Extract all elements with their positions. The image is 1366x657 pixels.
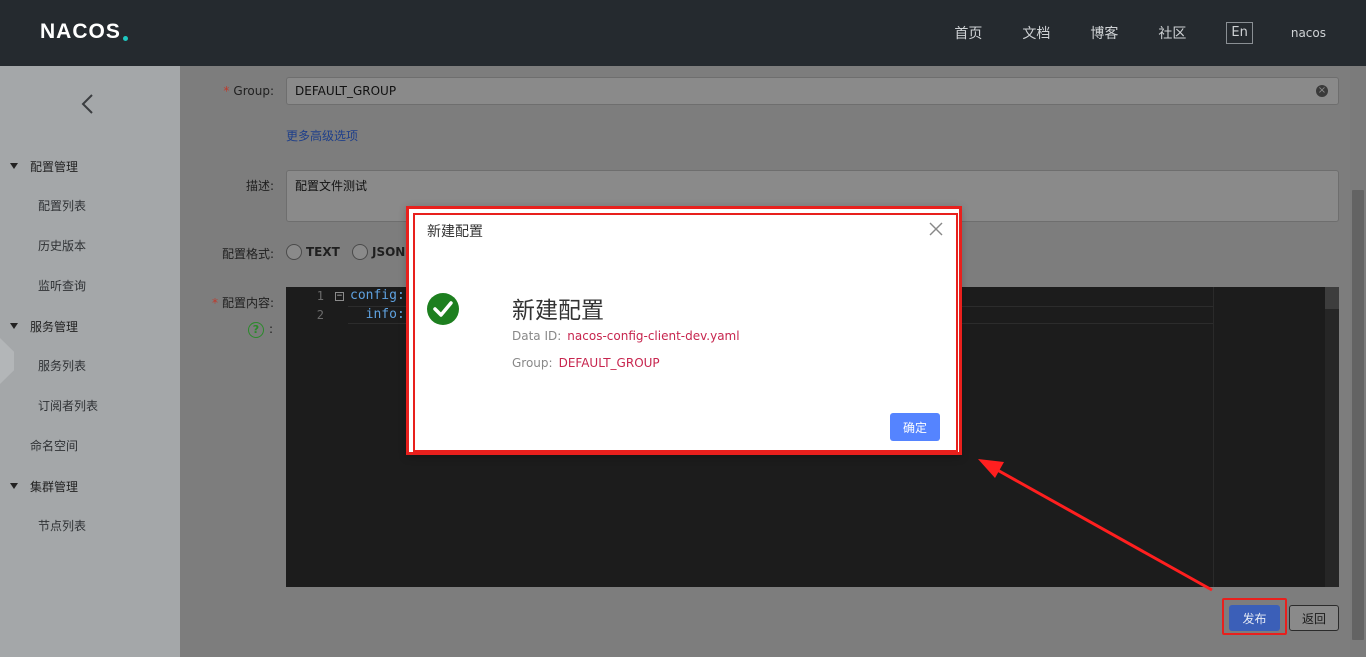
- code-line: config:: [350, 288, 405, 303]
- line-number: 1: [316, 289, 324, 303]
- advanced-options-link[interactable]: 更多高级选项: [286, 127, 358, 144]
- description-label: 描述:: [245, 179, 274, 193]
- fold-icon[interactable]: −: [335, 292, 344, 301]
- sidebar-item-history[interactable]: 历史版本: [38, 236, 86, 256]
- nav-docs[interactable]: 文档: [1022, 23, 1050, 43]
- caret-down-icon: [10, 323, 18, 329]
- group-label: * Group:: [223, 84, 274, 98]
- annotation-highlight: [1222, 598, 1287, 635]
- group-input[interactable]: DEFAULT_GROUP ×: [286, 77, 1339, 105]
- editor-minimap[interactable]: [1213, 287, 1323, 587]
- chevron-left-icon[interactable]: [78, 92, 98, 116]
- sidebar-group-config[interactable]: 配置管理: [10, 156, 78, 176]
- content-label: * 配置内容:: [211, 296, 274, 310]
- sidebar-item-config-list[interactable]: 配置列表: [38, 196, 86, 216]
- format-radio-json[interactable]: JSON: [352, 244, 405, 260]
- help-colon: :: [269, 322, 274, 336]
- top-header: NACOS 首页 文档 博客 社区 En nacos: [0, 0, 1366, 66]
- nacos-logo[interactable]: NACOS: [40, 20, 128, 44]
- format-radio-text[interactable]: TEXT: [286, 244, 340, 260]
- help-icon[interactable]: ?: [248, 322, 264, 338]
- language-switch[interactable]: En: [1226, 22, 1253, 44]
- editor-scrollbar[interactable]: [1325, 287, 1339, 587]
- radio-circle: [352, 244, 368, 260]
- sidebar-group-service[interactable]: 服务管理: [10, 316, 78, 336]
- caret-down-icon: [10, 483, 18, 489]
- annotation-highlight: [413, 213, 958, 452]
- sidebar-item-service-list[interactable]: 服务列表: [38, 356, 86, 376]
- sidebar-item-node-list[interactable]: 节点列表: [38, 516, 86, 536]
- clear-icon[interactable]: ×: [1316, 85, 1328, 97]
- sidebar: 配置管理 配置列表 历史版本 监听查询 服务管理 服务列表 订阅者列表 命名空间…: [0, 66, 180, 657]
- sidebar-item-namespace[interactable]: 命名空间: [30, 436, 78, 456]
- caret-down-icon: [10, 163, 18, 169]
- radio-circle: [286, 244, 302, 260]
- sidebar-group-cluster[interactable]: 集群管理: [10, 476, 78, 496]
- user-menu[interactable]: nacos: [1291, 26, 1326, 40]
- nav-community[interactable]: 社区: [1158, 23, 1186, 43]
- page-scrollbar-thumb[interactable]: [1352, 190, 1364, 640]
- sidebar-toggle-tab[interactable]: [0, 338, 14, 384]
- nav-blog[interactable]: 博客: [1090, 23, 1118, 43]
- sidebar-item-subscriber-list[interactable]: 订阅者列表: [38, 396, 98, 416]
- line-number: 2: [316, 308, 324, 322]
- top-nav: 首页 文档 博客 社区 En nacos: [914, 0, 1326, 66]
- format-label: 配置格式:: [221, 247, 274, 261]
- nav-home[interactable]: 首页: [954, 23, 982, 43]
- code-line: info:: [350, 307, 405, 322]
- back-button[interactable]: 返回: [1289, 605, 1339, 631]
- sidebar-item-listener-query[interactable]: 监听查询: [38, 276, 86, 296]
